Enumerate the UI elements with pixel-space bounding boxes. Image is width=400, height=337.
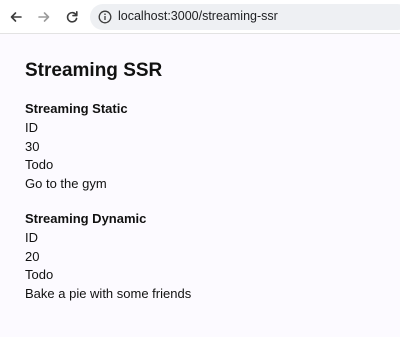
reload-icon [66, 11, 78, 23]
id-label: ID [25, 119, 38, 135]
site-info-icon[interactable] [98, 10, 112, 24]
todo-label: Todo [25, 157, 54, 173]
browser-toolbar: localhost:3000/streaming-ssr [0, 0, 400, 34]
page-content: Streaming SSR Streaming Static ID 30 Tod… [0, 34, 400, 337]
section-heading: Streaming Dynamic [25, 211, 147, 226]
forward-button[interactable] [34, 7, 54, 27]
back-button[interactable] [6, 7, 26, 27]
streaming-dynamic-section: Streaming Dynamic ID 20 Todo Bake a pie … [25, 210, 191, 304]
arrow-left-icon [10, 12, 22, 22]
streaming-static-section: Streaming Static ID 30 Todo Go to the gy… [25, 100, 128, 194]
arrow-right-icon [38, 12, 50, 22]
section-heading: Streaming Static [25, 101, 128, 116]
url-text[interactable]: localhost:3000/streaming-ssr [118, 9, 278, 23]
page-title: Streaming SSR [25, 60, 163, 81]
todo-value: Go to the gym [25, 176, 107, 192]
reload-button[interactable] [62, 7, 82, 27]
id-value: 20 [25, 248, 40, 264]
todo-value: Bake a pie with some friends [25, 286, 192, 302]
id-value: 30 [25, 138, 40, 154]
id-label: ID [25, 229, 38, 245]
todo-label: Todo [25, 267, 54, 283]
address-bar[interactable]: localhost:3000/streaming-ssr [90, 4, 400, 30]
